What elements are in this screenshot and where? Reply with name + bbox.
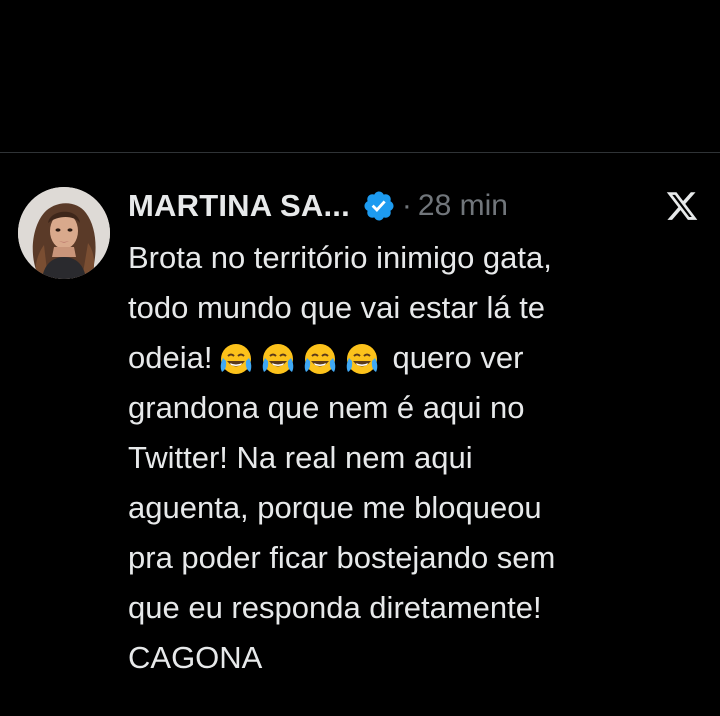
- tweet-text-line: todo mundo que vai estar lá te: [128, 290, 546, 325]
- face-with-tears-of-joy-icon: [260, 342, 296, 378]
- author-name[interactable]: MARTINA SA...: [128, 188, 350, 224]
- x-logo-icon: [664, 189, 700, 223]
- tweet-text: Brota no território inimigo gata, todo m…: [128, 233, 688, 683]
- avatar-image: [18, 187, 110, 279]
- tweet-text-line-with-emoji: odeia! quero ver: [128, 333, 688, 383]
- tweet-text-line: CAGONA: [128, 640, 263, 675]
- author-avatar[interactable]: [18, 187, 110, 279]
- tweet-text-segment: odeia!: [128, 340, 213, 375]
- tweet-header: MARTINA SA... · 28 min: [128, 183, 508, 229]
- separator-dot: ·: [401, 189, 412, 222]
- emoji-group: [218, 342, 386, 378]
- face-with-tears-of-joy-icon: [302, 342, 338, 378]
- tweet[interactable]: MARTINA SA... · 28 min Brota no territór…: [0, 153, 720, 716]
- tweet-text-segment: quero ver: [392, 340, 524, 375]
- tweet-text-line: aguenta, porque me bloqueou: [128, 490, 542, 525]
- tweet-text-line: Twitter! Na real nem aqui: [128, 440, 473, 475]
- blank-top-area: [0, 0, 720, 152]
- verified-badge-icon: [362, 189, 396, 223]
- tweet-text-line: que eu responda diretamente!: [128, 590, 542, 625]
- face-with-tears-of-joy-icon: [218, 342, 254, 378]
- face-with-tears-of-joy-icon: [344, 342, 380, 378]
- tweet-timestamp[interactable]: 28 min: [418, 189, 508, 223]
- tweet-text-line: Brota no território inimigo gata,: [128, 240, 552, 275]
- tweet-text-line: pra poder ficar bostejando sem: [128, 540, 556, 575]
- tweet-text-line: grandona que nem é aqui no: [128, 390, 525, 425]
